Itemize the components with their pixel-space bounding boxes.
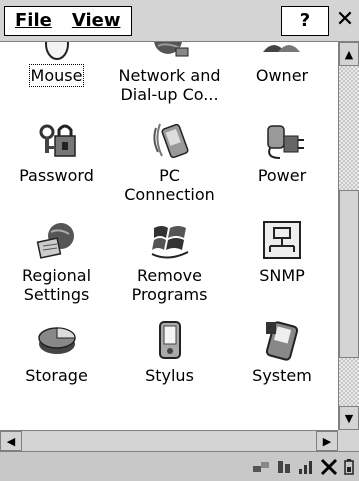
pc-connection-icon bbox=[152, 123, 188, 159]
no-sync-icon[interactable] bbox=[320, 458, 338, 476]
item-label: PC Connection bbox=[124, 166, 215, 204]
item-storage[interactable]: Storage bbox=[0, 312, 113, 412]
scrollbar-corner bbox=[338, 430, 359, 451]
item-system[interactable]: System bbox=[226, 312, 338, 412]
vertical-scrollbar[interactable]: ▲ ▼ bbox=[338, 42, 359, 430]
windows-remove-icon bbox=[151, 226, 188, 259]
keys-lock-icon bbox=[39, 124, 76, 157]
vertical-scroll-thumb[interactable] bbox=[339, 190, 359, 358]
menu-bar: File View ? ✕ bbox=[0, 0, 359, 42]
item-label: Mouse bbox=[28, 64, 85, 87]
horizontal-scrollbar[interactable]: ◀ ▶ bbox=[0, 430, 338, 451]
item-stylus[interactable]: Stylus bbox=[113, 312, 226, 412]
menu-group: File View bbox=[4, 6, 132, 36]
scroll-right-arrow-icon[interactable]: ▶ bbox=[316, 431, 338, 451]
item-snmp[interactable]: SNMP bbox=[226, 212, 338, 312]
item-label: Remove Programs bbox=[131, 266, 208, 304]
item-label: System bbox=[252, 366, 312, 385]
item-label: Stylus bbox=[145, 366, 194, 385]
item-label: Storage bbox=[25, 366, 88, 385]
item-password[interactable]: Password bbox=[0, 112, 113, 212]
close-button[interactable]: ✕ bbox=[333, 6, 357, 36]
globe-calendar-icon bbox=[36, 223, 74, 259]
view-menu-label: View bbox=[71, 10, 121, 31]
power-plug-icon bbox=[267, 125, 304, 159]
item-label: Owner bbox=[255, 66, 309, 85]
item-pc-connection[interactable]: PC Connection bbox=[113, 112, 226, 212]
item-mouse[interactable]: Mouse bbox=[0, 42, 113, 112]
file-menu[interactable]: File bbox=[5, 7, 62, 35]
control-panel-content: Mouse Network and Dial-up Co... Owner Pa… bbox=[0, 42, 338, 430]
item-owner[interactable]: Owner bbox=[226, 42, 338, 112]
item-power[interactable]: Power bbox=[226, 112, 338, 212]
item-regional-settings[interactable]: Regional Settings bbox=[0, 212, 113, 312]
scroll-up-arrow-icon[interactable]: ▲ bbox=[339, 42, 359, 66]
owner-people-icon bbox=[263, 45, 300, 52]
item-label: Power bbox=[257, 166, 307, 185]
view-menu[interactable]: View bbox=[62, 7, 131, 35]
item-label: Regional Settings bbox=[21, 266, 92, 304]
storage-pie-icon bbox=[37, 327, 76, 354]
item-label: Network and Dial-up Co... bbox=[118, 66, 221, 104]
battery-icon[interactable] bbox=[343, 458, 355, 476]
signal-icon[interactable] bbox=[297, 458, 315, 476]
icon-grid: Mouse Network and Dial-up Co... Owner Pa… bbox=[0, 42, 338, 412]
mouse-icon bbox=[44, 42, 69, 60]
system-handheld-icon bbox=[265, 321, 299, 361]
item-label: SNMP bbox=[259, 266, 305, 285]
help-button[interactable]: ? bbox=[281, 6, 329, 36]
scroll-left-arrow-icon[interactable]: ◀ bbox=[0, 431, 22, 451]
stylus-pda-icon bbox=[158, 321, 181, 359]
connection-icon[interactable] bbox=[276, 458, 292, 476]
item-label: Password bbox=[19, 166, 94, 185]
item-network-dialup[interactable]: Network and Dial-up Co... bbox=[113, 42, 226, 112]
scroll-down-arrow-icon[interactable]: ▼ bbox=[339, 406, 359, 430]
item-remove-programs[interactable]: Remove Programs bbox=[113, 212, 226, 312]
file-menu-label: File bbox=[15, 10, 52, 31]
network-status-icon[interactable] bbox=[251, 458, 271, 476]
network-globe-icon bbox=[153, 42, 188, 57]
system-tray bbox=[251, 456, 355, 478]
snmp-network-icon bbox=[263, 221, 301, 259]
taskbar bbox=[0, 451, 359, 481]
